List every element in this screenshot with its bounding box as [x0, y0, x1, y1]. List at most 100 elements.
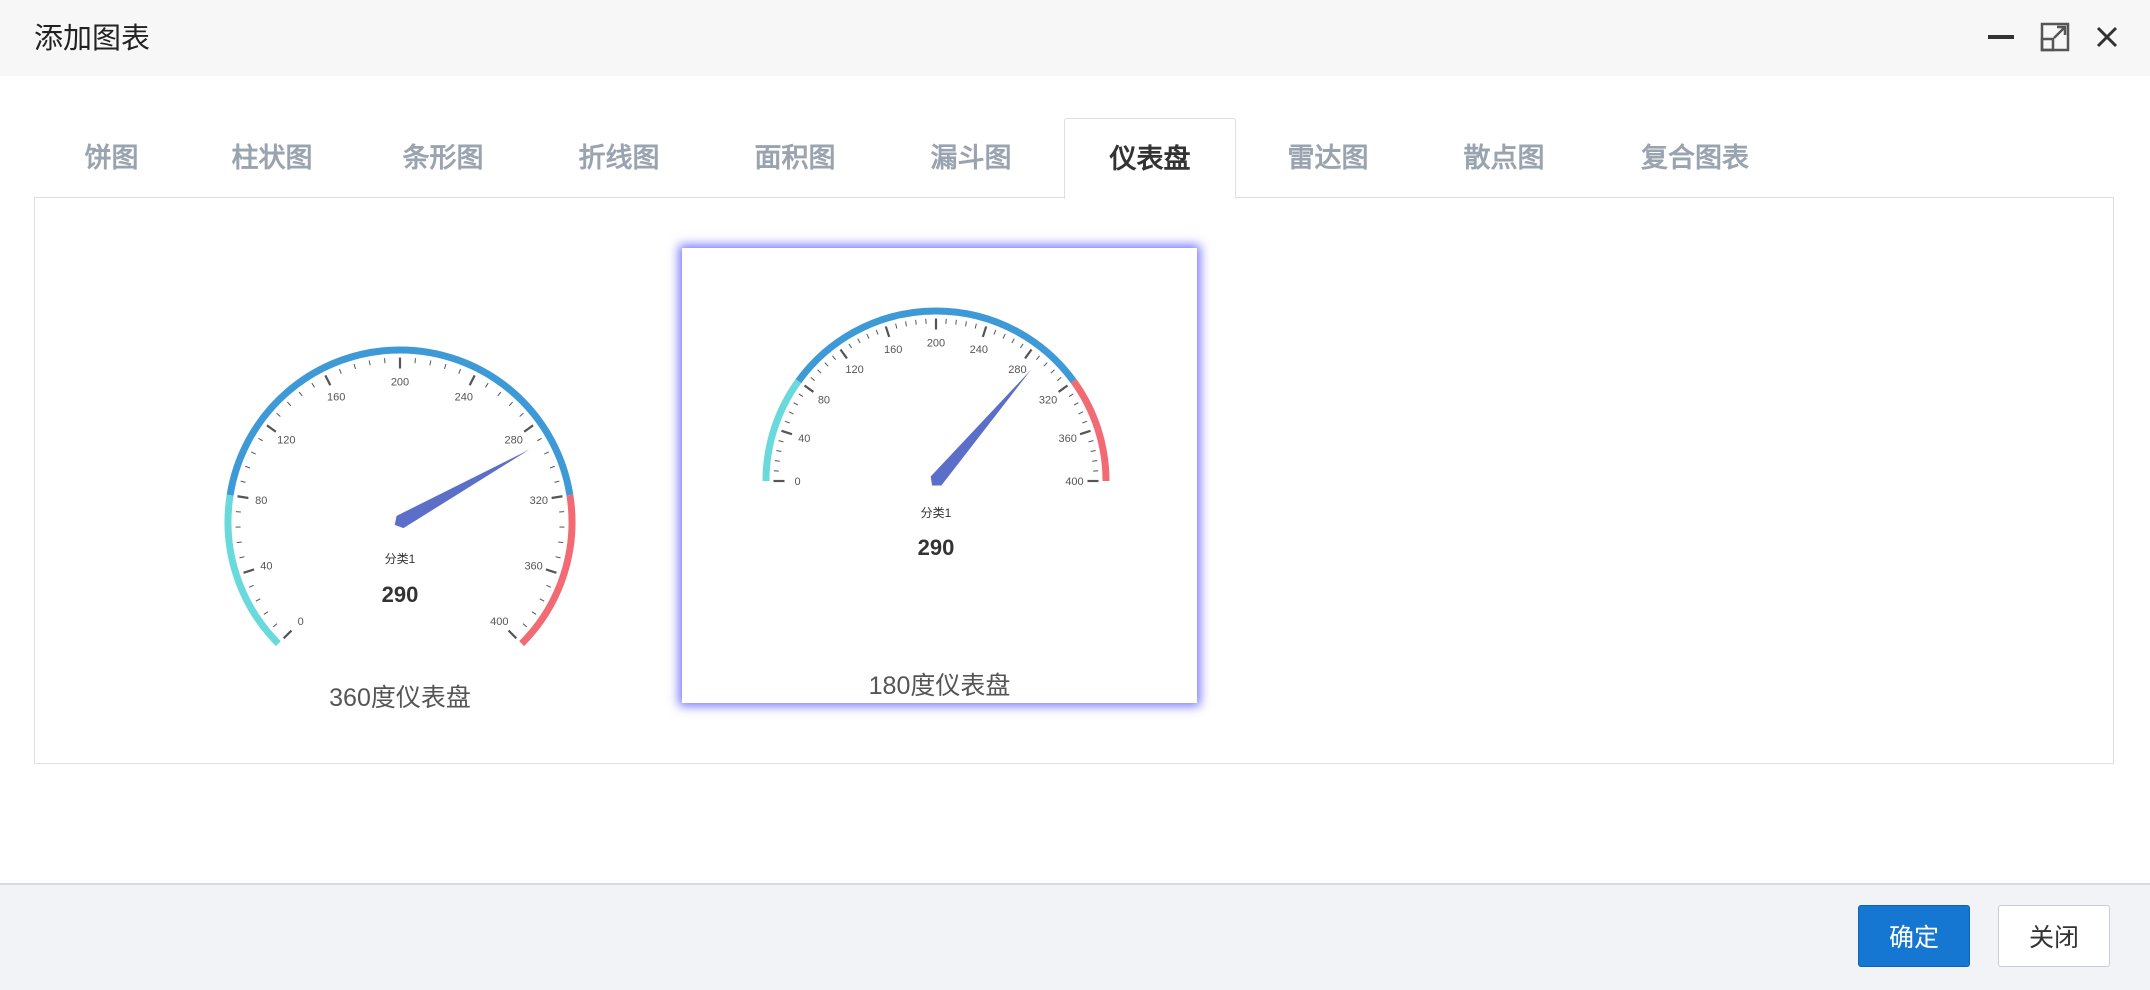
dialog-footer: 确定 关闭 [0, 883, 2150, 990]
gauge-minor-tick [555, 556, 561, 559]
gauge-tick-label: 400 [1065, 476, 1083, 488]
gauge-minor-tick [245, 465, 251, 469]
minimize-icon[interactable] [1982, 18, 2020, 56]
gauge-major-tick [1057, 384, 1069, 393]
gauge-minor-tick [519, 412, 524, 417]
maximize-icon[interactable] [2036, 18, 2074, 56]
gauge-360-chart: 0 40 80 120 160 200 240 280 320 360 400 分类1 290 [224, 346, 576, 647]
gauge-minor-tick [546, 584, 552, 588]
gauge-pointer [930, 369, 1032, 486]
gauge-minor-tick [1082, 420, 1088, 424]
gauge-minor-tick [974, 323, 977, 329]
gauge-minor-tick [810, 377, 815, 381]
gauge-major-tick [468, 374, 476, 386]
gauge-minor-tick [875, 329, 879, 335]
gauge-minor-tick [539, 598, 545, 602]
gauge-tick-label: 400 [490, 616, 508, 628]
gauge-tick-label: 120 [277, 434, 295, 446]
gauge-major-tick [237, 495, 249, 500]
gauge-minor-tick [458, 368, 462, 374]
gauge-minor-tick [485, 382, 489, 388]
gauge-minor-tick [776, 450, 782, 452]
gauge-minor-tick [1057, 377, 1062, 381]
gauge-360-card[interactable]: 0 40 80 120 160 200 240 280 320 360 400 分类1 290 360度… [155, 248, 645, 728]
gauge-minor-tick [778, 440, 784, 443]
gauge-360-label: 360度仪表盘 [329, 684, 471, 712]
gauge-major-tick [1079, 429, 1091, 436]
gauge-minor-tick [239, 556, 245, 559]
gauge-category-label: 分类1 [385, 552, 416, 566]
tab-funnel[interactable]: 漏斗图 [883, 118, 1059, 197]
gauge-major-tick [523, 424, 534, 433]
gauge-minor-tick [258, 437, 263, 442]
gauge-tick-label: 160 [327, 392, 345, 404]
close-button[interactable]: 关闭 [1998, 905, 2110, 967]
gauge-minor-tick [1043, 362, 1048, 367]
gauge-tick-label: 80 [255, 495, 267, 507]
gauge-minor-tick [1068, 393, 1074, 398]
gauge-tick-label: 280 [1008, 364, 1026, 376]
gauge-tick-label: 360 [524, 560, 542, 572]
gauge-minor-tick [1011, 338, 1015, 344]
gauge-minor-tick [537, 437, 542, 442]
gauge-minor-tick [272, 623, 278, 628]
gauge-minor-tick [287, 401, 292, 407]
gauge-minor-tick [955, 319, 957, 325]
gauge-minor-tick [832, 355, 836, 360]
gauge-minor-tick [1078, 411, 1084, 415]
gauge-minor-tick [1036, 355, 1040, 360]
tab-gauge[interactable]: 仪表盘 [1064, 118, 1236, 199]
gauge-minor-tick [549, 465, 555, 469]
tab-radar[interactable]: 雷达图 [1240, 118, 1416, 197]
close-icon[interactable] [2088, 18, 2126, 56]
gauge-tick-label: 280 [504, 434, 522, 446]
gauge-tick-label: 40 [798, 433, 810, 445]
gauge-major-tick [324, 374, 332, 386]
chart-type-tabs: 饼图 柱状图 条形图 折线图 面积图 漏斗图 仪表盘 雷达图 散点图 复合图表 [34, 118, 2114, 199]
gauge-minor-tick [558, 541, 564, 544]
gauge-tick-label: 320 [1039, 394, 1057, 406]
gauge-major-tick [282, 629, 293, 640]
gauge-major-tick [781, 429, 793, 436]
gauge-minor-tick [1073, 402, 1079, 406]
dialog-title: 添加图表 [34, 23, 151, 55]
gauge-minor-tick [522, 623, 528, 628]
gauge-minor-tick [857, 338, 861, 344]
gauge-minor-tick [250, 451, 256, 455]
gauge-tick-label: 80 [818, 394, 830, 406]
gauge-minor-tick [444, 363, 447, 369]
tab-scatter[interactable]: 散点图 [1416, 118, 1592, 197]
gauge-tick-label: 360 [1059, 433, 1077, 445]
gauge-value-label: 290 [918, 535, 955, 560]
gauge-minor-tick [1019, 343, 1024, 349]
gauge-minor-tick [1050, 369, 1055, 374]
gauge-180-card[interactable]: 0 40 80 120 160 200 240 280 320 360 400 分类1 290 180度… [682, 248, 1197, 703]
tab-bar[interactable]: 条形图 [355, 118, 531, 197]
gauge-minor-tick [915, 319, 917, 325]
tab-area[interactable]: 面积图 [707, 118, 883, 197]
gauge-minor-tick [1090, 450, 1096, 452]
gauge-minor-tick [263, 611, 269, 615]
gauge-180-label: 180度仪表盘 [868, 672, 1011, 700]
gauge-minor-tick [276, 412, 281, 417]
gauge-minor-tick [965, 321, 967, 327]
gauge-minor-tick [531, 611, 537, 615]
gauge-minor-tick [248, 584, 254, 588]
tab-line[interactable]: 折线图 [531, 118, 707, 197]
tab-column[interactable]: 柱状图 [189, 118, 355, 197]
gauge-minor-tick [824, 362, 829, 367]
gauge-value-label: 290 [382, 582, 419, 607]
gauge-major-tick [243, 568, 255, 574]
gauge-tick-label: 200 [391, 376, 409, 388]
confirm-button[interactable]: 确定 [1858, 905, 1970, 967]
gauge-minor-tick [866, 333, 870, 339]
gauge-minor-tick [1092, 460, 1098, 462]
gauge-minor-tick [353, 363, 356, 369]
gauge-tick-label: 0 [298, 616, 304, 628]
gauge-tick-label: 200 [927, 337, 945, 349]
gauge-minor-tick [1002, 333, 1006, 339]
tab-combo[interactable]: 复合图表 [1592, 118, 1798, 197]
gauge-minor-tick [240, 480, 246, 483]
gauge-minor-tick [311, 382, 315, 388]
tab-pie[interactable]: 饼图 [34, 118, 189, 197]
